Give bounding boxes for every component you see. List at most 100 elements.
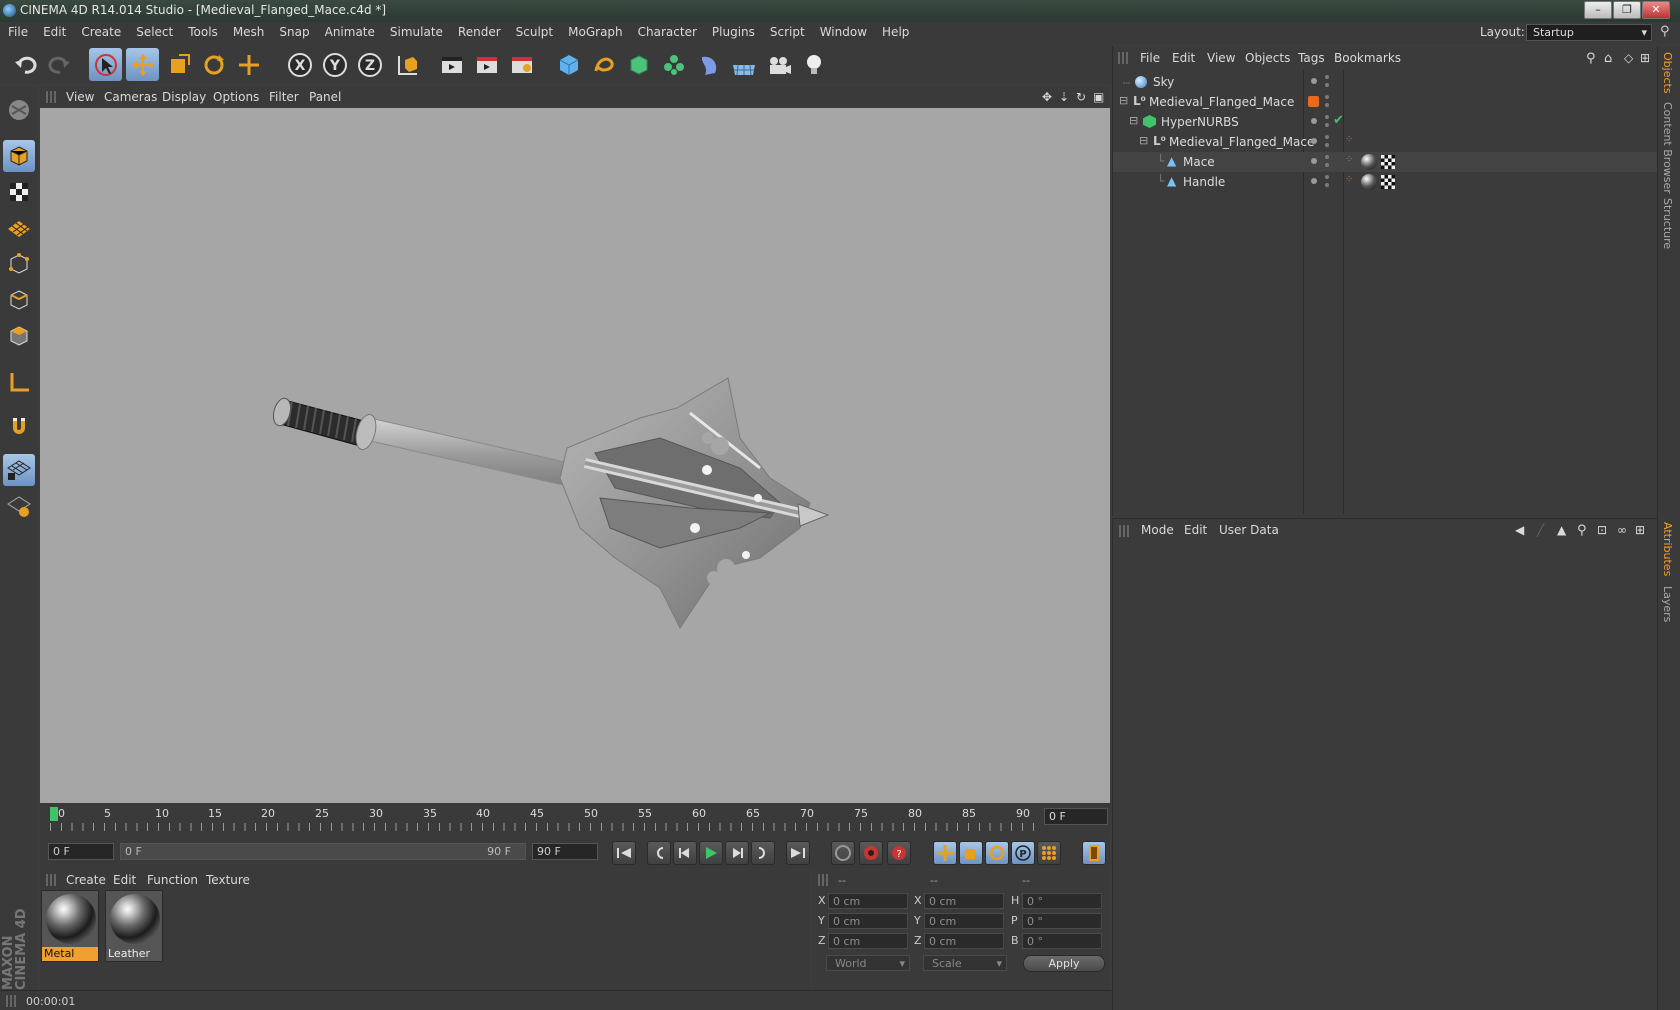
render-visibility-dot[interactable] — [1325, 123, 1329, 127]
record-position-button[interactable] — [933, 841, 957, 865]
next-frame-button[interactable] — [725, 841, 749, 865]
objects-menu-tags[interactable]: Tags — [1298, 51, 1325, 65]
render-visibility-dot[interactable] — [1325, 163, 1329, 167]
axis-mode-button[interactable] — [3, 366, 35, 398]
3d-viewport[interactable] — [40, 108, 1110, 803]
x-axis-lock-button[interactable]: X — [283, 48, 316, 81]
attributes-menu-edit[interactable]: Edit — [1184, 523, 1207, 537]
uvw-tag-icon[interactable] — [1381, 175, 1395, 189]
spline-pen-button[interactable] — [587, 48, 620, 81]
render-picture-viewer-button[interactable] — [470, 48, 503, 81]
start-frame-field[interactable]: 0 F — [48, 843, 114, 860]
tree-row-medieval-flanged-mace-child[interactable]: ⊟ L⁰ Medieval_Flanged_Mace ⁘ — [1113, 132, 1658, 152]
timeline-toggle-button[interactable] — [1082, 841, 1106, 865]
workplane-mode-button[interactable] — [3, 212, 35, 244]
up-arrow-icon[interactable]: ▲ — [1557, 523, 1566, 537]
cube-primitive-button[interactable] — [552, 48, 585, 81]
cloner-button[interactable] — [657, 48, 690, 81]
menu-character[interactable]: Character — [630, 22, 704, 39]
tab-structure[interactable]: Structure — [1661, 198, 1674, 249]
render-visibility-dot[interactable] — [1325, 103, 1329, 107]
enabled-check-icon[interactable]: ✔ — [1333, 113, 1344, 128]
panel-grip[interactable] — [46, 91, 58, 103]
coordinate-system-button[interactable] — [391, 48, 424, 81]
maximize-button[interactable]: ❐ — [1613, 1, 1641, 19]
playhead-marker[interactable] — [50, 807, 58, 821]
panel-grip[interactable] — [1118, 52, 1130, 64]
keyframe-selection-button[interactable] — [831, 841, 855, 865]
close-button[interactable]: ✕ — [1642, 1, 1670, 19]
render-settings-button[interactable] — [505, 48, 538, 81]
editor-visibility-dot[interactable] — [1325, 135, 1329, 139]
render-visibility-dot[interactable] — [1325, 183, 1329, 187]
rotate-tool-button[interactable] — [197, 48, 230, 81]
position-x-field[interactable]: 0 cm — [828, 893, 908, 909]
snap-magnet-button[interactable] — [3, 410, 35, 442]
editor-visibility-dot[interactable] — [1325, 155, 1329, 159]
menu-mograph[interactable]: MoGraph — [560, 22, 630, 39]
viewport-menu-cameras[interactable]: Cameras — [104, 90, 157, 104]
eye-icon[interactable]: ◇ — [1624, 51, 1633, 65]
link-icon[interactable]: ∞ — [1617, 523, 1627, 537]
tree-row-handle[interactable]: └ ▲ Handle ⁘ — [1113, 172, 1658, 192]
visibility-dot[interactable] — [1311, 158, 1317, 164]
move-tool-button[interactable] — [126, 48, 159, 81]
material-tag-leather-icon[interactable] — [1361, 174, 1377, 190]
size-mode-dropdown[interactable]: Scale ▾ — [923, 955, 1007, 971]
range-slider[interactable]: 0 F 90 F — [120, 843, 526, 860]
record-parameter-button[interactable]: P — [1011, 841, 1035, 865]
deformer-button[interactable] — [692, 48, 725, 81]
previous-keyframe-button[interactable] — [647, 841, 671, 865]
light-button[interactable] — [797, 48, 830, 81]
pan-view-icon[interactable]: ✥ — [1042, 90, 1052, 104]
forward-arrow-icon[interactable]: ╱ — [1537, 523, 1544, 537]
search-icon[interactable]: ⚲ — [1660, 24, 1670, 39]
uvw-tag-icon[interactable] — [1381, 155, 1395, 169]
model-mode-button[interactable] — [3, 140, 35, 172]
render-view-button[interactable] — [435, 48, 468, 81]
menu-tools[interactable]: Tools — [180, 22, 225, 39]
texture-mode-button[interactable] — [3, 176, 35, 208]
current-frame-field[interactable]: 0 F — [1044, 808, 1108, 825]
collapse-icon[interactable]: ⊟ — [1119, 94, 1128, 107]
rotation-p-field[interactable]: 0 ° — [1022, 913, 1102, 929]
new-panel-icon[interactable]: ⊞ — [1635, 523, 1645, 537]
position-y-field[interactable]: 0 cm — [828, 913, 908, 929]
size-z-field[interactable]: 0 cm — [924, 933, 1004, 949]
undo-button[interactable] — [8, 48, 41, 81]
material-menu-texture[interactable]: Texture — [206, 873, 250, 887]
layer-color-swatch[interactable] — [1308, 96, 1319, 107]
layout-select[interactable]: Startup ▾ — [1526, 24, 1652, 41]
planar-workplane-button[interactable] — [3, 490, 35, 522]
panel-grip[interactable] — [1119, 525, 1131, 537]
material-menu-edit[interactable]: Edit — [113, 873, 136, 887]
editor-visibility-dot[interactable] — [1325, 75, 1329, 79]
rotation-b-field[interactable]: 0 ° — [1022, 933, 1102, 949]
locked-workplane-button[interactable] — [3, 454, 35, 486]
menu-snap[interactable]: Snap — [271, 22, 316, 39]
material-menu-function[interactable]: Function — [147, 873, 198, 887]
material-menu-create[interactable]: Create — [66, 873, 106, 887]
menu-select[interactable]: Select — [128, 22, 180, 39]
minimize-button[interactable]: – — [1584, 1, 1612, 19]
menu-sculpt[interactable]: Sculpt — [508, 22, 560, 39]
editor-visibility-dot[interactable] — [1325, 115, 1329, 119]
menu-help[interactable]: Help — [874, 22, 916, 39]
home-icon[interactable]: ⌂ — [1604, 51, 1612, 66]
tree-row-mace[interactable]: └ ▲ Mace ⁘ — [1113, 152, 1658, 172]
viewport-menu-filter[interactable]: Filter — [269, 90, 299, 104]
rotate-view-icon[interactable]: ↻ — [1076, 90, 1086, 104]
menu-simulate[interactable]: Simulate — [382, 22, 450, 39]
autokeying-button[interactable]: ? — [887, 841, 911, 865]
tab-layers[interactable]: Layers — [1661, 586, 1674, 622]
collapse-icon[interactable]: ⊟ — [1139, 134, 1148, 147]
editor-visibility-dot[interactable] — [1325, 95, 1329, 99]
go-to-end-button[interactable] — [786, 841, 810, 865]
tab-objects[interactable]: Objects — [1661, 52, 1674, 94]
objects-menu-file[interactable]: File — [1140, 51, 1160, 65]
menu-file[interactable]: File — [0, 22, 35, 39]
new-panel-icon[interactable]: ⊞ — [1640, 51, 1650, 65]
end-frame-field[interactable]: 90 F — [532, 843, 598, 860]
menu-mesh[interactable]: Mesh — [225, 22, 272, 39]
objects-menu-objects[interactable]: Objects — [1245, 51, 1290, 65]
